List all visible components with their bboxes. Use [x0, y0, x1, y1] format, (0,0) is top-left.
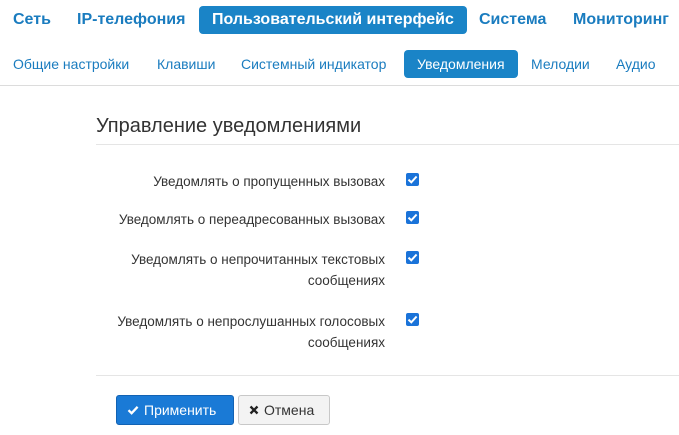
option-label-line2: сообщениях	[307, 335, 385, 350]
cancel-button[interactable]: Отмена	[238, 395, 330, 425]
top-nav: Сеть IP-телефония Пользовательский интер…	[0, 0, 679, 40]
option-unheard-voicemail-checkbox[interactable]	[406, 313, 419, 326]
option-missed-calls-checkbox[interactable]	[406, 173, 419, 186]
nav-network[interactable]: Сеть	[13, 6, 51, 34]
tab-general-settings[interactable]: Общие настройки	[13, 50, 129, 78]
nav-ip-telephony[interactable]: IP-телефония	[77, 6, 185, 34]
option-label-text: Уведомлять о переадресованных вызовах	[118, 212, 385, 227]
tab-notifications[interactable]: Уведомления	[404, 50, 518, 78]
option-label-line2: сообщениях	[307, 273, 385, 288]
check-icon	[407, 175, 418, 184]
option-unread-messages-label: Уведомлять о непрочитанных текстовых соо…	[131, 249, 385, 291]
nav-user-interface[interactable]: Пользовательский интерфейс	[199, 6, 467, 34]
apply-button-label: Применить	[144, 402, 217, 418]
nav-monitoring[interactable]: Мониторинг	[573, 6, 669, 34]
option-forwarded-calls-label: Уведомлять о переадресованных вызовах	[119, 209, 385, 230]
option-forwarded-calls-checkbox[interactable]	[406, 211, 419, 224]
apply-button[interactable]: Применить	[116, 395, 234, 425]
header-divider	[0, 85, 679, 86]
option-label-line1: Уведомлять о непрочитанных текстовых	[131, 252, 385, 267]
check-icon	[407, 315, 418, 324]
section-title: Управление уведомлениями	[96, 115, 362, 137]
tab-system-indicator[interactable]: Системный индикатор	[241, 50, 386, 78]
check-icon	[407, 253, 418, 262]
x-icon	[249, 405, 259, 415]
tab-audio[interactable]: Аудио	[616, 50, 656, 78]
section-divider	[96, 144, 679, 145]
option-label-text: Уведомлять о пропущенных вызовах	[153, 174, 385, 189]
check-icon	[407, 213, 418, 222]
sub-nav: Общие настройки Клавиши Системный индика…	[0, 48, 679, 80]
footer-divider	[96, 375, 679, 376]
tab-keys[interactable]: Клавиши	[157, 50, 215, 78]
option-missed-calls-label: Уведомлять о пропущенных вызовах	[153, 171, 385, 192]
check-icon	[127, 405, 139, 415]
option-unheard-voicemail-label: Уведомлять о непрослушанных голосовых со…	[117, 311, 385, 353]
cancel-button-label: Отмена	[264, 402, 315, 418]
nav-system[interactable]: Система	[479, 6, 546, 34]
option-unread-messages-checkbox[interactable]	[406, 251, 419, 264]
tab-melodies[interactable]: Мелодии	[531, 50, 590, 78]
option-label-line1: Уведомлять о непрослушанных голосовых	[117, 314, 385, 329]
